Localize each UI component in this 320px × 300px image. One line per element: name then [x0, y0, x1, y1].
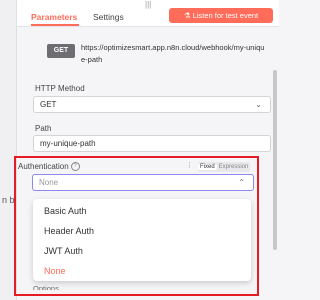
authentication-value: None: [39, 178, 59, 187]
toggle-fixed[interactable]: Fixed: [198, 164, 217, 170]
authentication-select[interactable]: None ⌃: [32, 174, 254, 191]
menu-item-none[interactable]: None: [44, 266, 66, 276]
authentication-label: Authentication?: [18, 162, 80, 172]
path-input[interactable]: my-unique-path: [33, 135, 271, 152]
http-method-label: HTTP Method: [35, 84, 85, 93]
webhook-url[interactable]: https://optimizesmart.app.n8n.cloud/webh…: [81, 42, 267, 66]
webhook-method-badge: GET: [47, 44, 75, 58]
http-method-select[interactable]: GET ⌄: [33, 96, 271, 113]
chevron-up-icon: ⌃: [238, 178, 245, 187]
active-tab-indicator: [31, 24, 79, 26]
flask-icon: ⚗: [183, 11, 191, 20]
tab-settings[interactable]: Settings: [93, 12, 124, 22]
menu-item-header-auth[interactable]: Header Auth: [44, 226, 94, 236]
panel-header: Parameters Settings ||| ⚗ Listen for tes…: [17, 0, 279, 27]
more-options-icon[interactable]: ⋮: [186, 161, 193, 169]
tab-parameters[interactable]: Parameters: [31, 12, 77, 22]
toggle-expression[interactable]: Expression: [217, 164, 251, 170]
path-value: my-unique-path: [40, 139, 96, 148]
fixed-expression-toggle[interactable]: Fixed Expression: [198, 162, 251, 172]
listen-button-label: Listen for test event: [192, 11, 259, 20]
help-icon[interactable]: ?: [70, 162, 80, 172]
options-section-label: Options: [33, 284, 59, 290]
scrollbar[interactable]: [273, 70, 277, 250]
path-label: Path: [35, 124, 52, 133]
menu-item-basic-auth[interactable]: Basic Auth: [44, 206, 87, 216]
chevron-down-icon: ⌄: [255, 100, 262, 109]
http-method-value: GET: [40, 100, 57, 109]
drag-handle-icon[interactable]: |||: [145, 0, 151, 9]
listen-for-test-event-button[interactable]: ⚗ Listen for test event: [169, 8, 273, 23]
menu-item-jwt-auth[interactable]: JWT Auth: [44, 246, 83, 256]
authentication-label-text: Authentication: [18, 162, 69, 171]
